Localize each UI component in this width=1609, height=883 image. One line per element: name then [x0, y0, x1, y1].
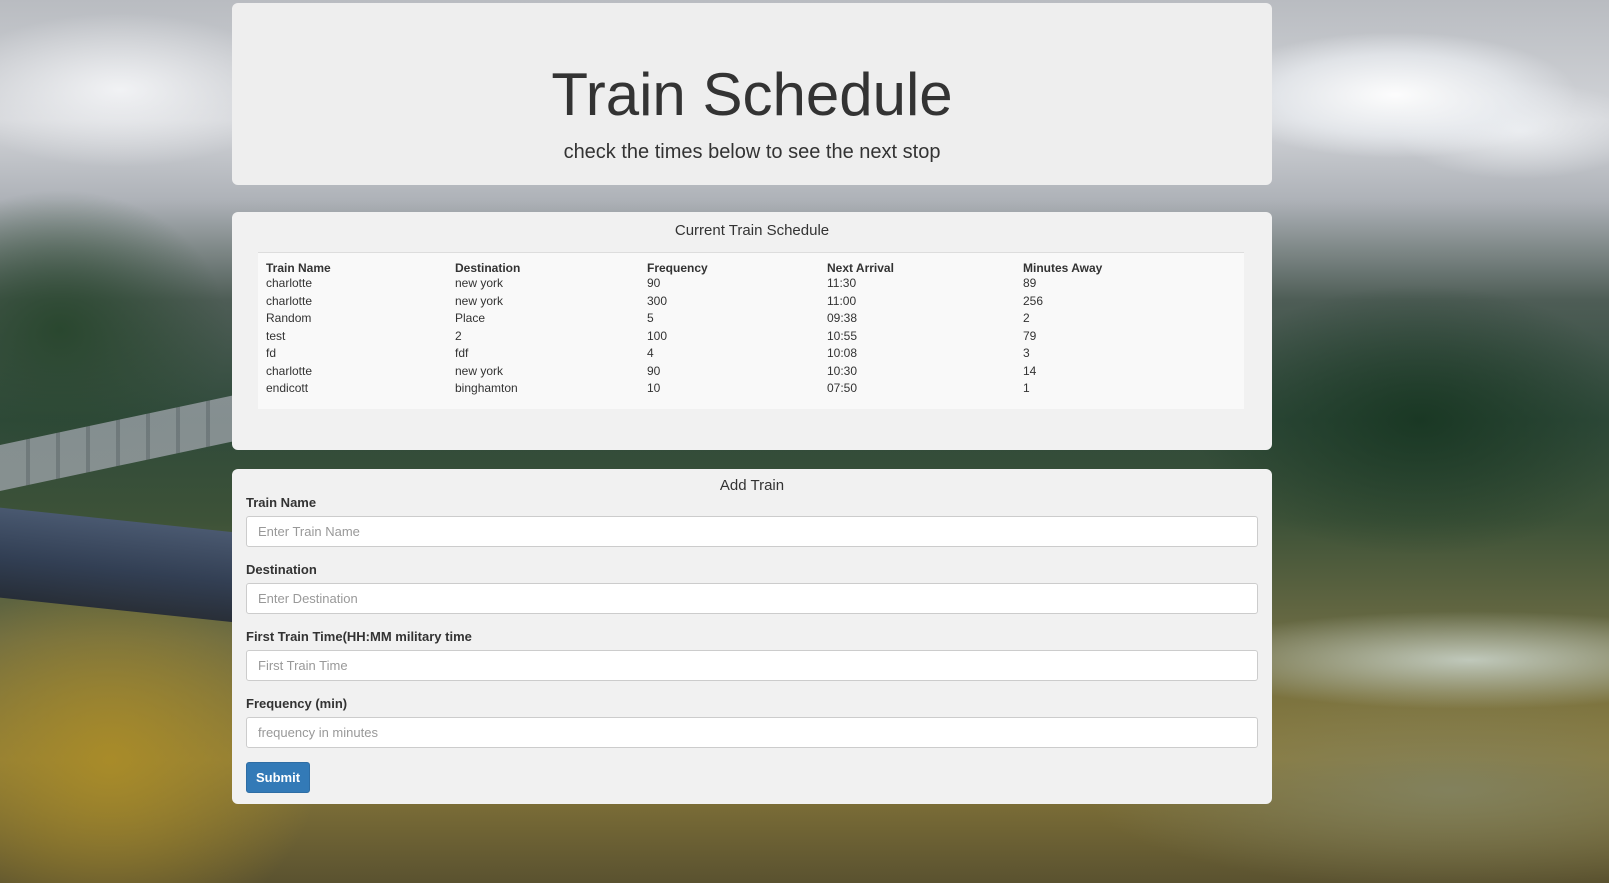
add-train-panel: Add Train Train Name Destination First T… — [232, 469, 1272, 804]
cell-frequency: 4 — [647, 346, 654, 360]
table-row: charlotte new york 300 11:00 256 — [258, 293, 1244, 311]
cell-minutes-away: 89 — [1023, 276, 1037, 290]
first-train-time-label: First Train Time(HH:MM military time — [246, 629, 472, 644]
cell-next-arrival: 11:00 — [827, 293, 857, 308]
cell-next-arrival: 10:55 — [827, 328, 858, 343]
background-locomotive — [0, 507, 235, 623]
train-name-input[interactable] — [246, 516, 1258, 547]
page-subtitle: check the times below to see the next st… — [563, 141, 941, 163]
schedule-title: Current Train Schedule — [674, 222, 830, 239]
column-header-destination: Destination — [455, 261, 521, 275]
cell-next-arrival: 11:30 — [827, 276, 857, 290]
cell-train-name: endicott — [266, 381, 309, 395]
cell-train-name: charlotte — [266, 276, 313, 290]
cell-minutes-away: 14 — [1023, 363, 1037, 378]
column-header-frequency: Frequency — [647, 261, 708, 275]
add-train-title: Add Train — [719, 477, 785, 494]
cell-train-name: fd — [266, 346, 277, 360]
submit-button[interactable]: Submit — [246, 762, 310, 793]
cell-destination: new york — [455, 293, 504, 308]
table-row: Random Place 5 09:38 2 — [258, 310, 1244, 328]
cell-next-arrival: 07:50 — [827, 381, 858, 395]
cell-destination: fdf — [455, 346, 469, 360]
table-row: test 2 100 10:55 79 — [258, 328, 1244, 346]
cell-minutes-away: 2 — [1023, 311, 1030, 325]
cell-destination: new york — [455, 276, 504, 290]
cell-destination: new york — [455, 363, 504, 378]
frequency-input[interactable] — [246, 717, 1258, 748]
cell-train-name: Random — [266, 311, 312, 325]
cell-frequency: 5 — [647, 311, 654, 325]
first-train-time-input[interactable] — [246, 650, 1258, 681]
cell-train-name: test — [266, 328, 286, 343]
cell-frequency: 90 — [647, 276, 661, 290]
schedule-table-wrapper: Train Name Destination Frequency Next Ar… — [258, 252, 1244, 409]
header-jumbotron: Train Schedule check the times below to … — [232, 3, 1272, 185]
page-title: Train Schedule — [551, 61, 953, 128]
column-header-next-arrival: Next Arrival — [827, 261, 894, 275]
destination-input[interactable] — [246, 583, 1258, 614]
cell-frequency: 90 — [647, 363, 661, 378]
schedule-panel: Current Train Schedule Train Name Destin… — [232, 212, 1272, 450]
frequency-label: Frequency (min) — [246, 696, 348, 711]
cell-frequency: 100 — [647, 328, 668, 343]
cell-frequency: 10 — [647, 381, 661, 395]
cell-train-name: charlotte — [266, 363, 313, 378]
cell-next-arrival: 10:30 — [827, 363, 858, 378]
cell-minutes-away: 256 — [1023, 293, 1044, 308]
table-row: charlotte new york 90 11:30 89 — [258, 275, 1244, 293]
table-row: charlotte new york 90 10:30 14 — [258, 363, 1244, 381]
table-row: endicott binghamton 10 07:50 1 — [258, 380, 1244, 398]
cell-minutes-away: 1 — [1023, 381, 1030, 395]
destination-label: Destination — [246, 562, 317, 577]
background-train-cars — [0, 395, 235, 491]
column-header-train-name: Train Name — [266, 261, 331, 275]
cell-next-arrival: 09:38 — [827, 311, 858, 325]
cell-minutes-away: 79 — [1023, 328, 1037, 343]
cell-destination: Place — [455, 311, 486, 325]
schedule-table: Train Name Destination Frequency Next Ar… — [258, 253, 1244, 398]
cell-train-name: charlotte — [266, 293, 313, 308]
train-name-label: Train Name — [246, 495, 317, 510]
cell-destination: binghamton — [455, 381, 518, 395]
table-header-row: Train Name Destination Frequency Next Ar… — [258, 253, 1244, 275]
cell-destination: 2 — [455, 328, 462, 343]
cell-next-arrival: 10:08 — [827, 346, 858, 360]
table-row: fd fdf 4 10:08 3 — [258, 345, 1244, 363]
cell-frequency: 300 — [647, 293, 668, 308]
column-header-minutes-away: Minutes Away — [1023, 261, 1103, 275]
cell-minutes-away: 3 — [1023, 346, 1030, 360]
